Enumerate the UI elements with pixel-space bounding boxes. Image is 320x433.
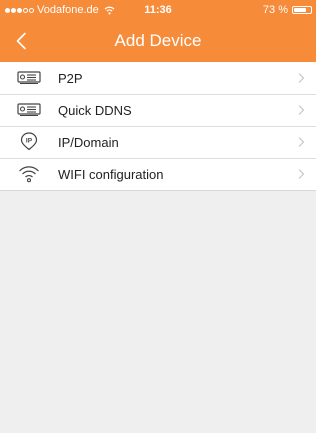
device-box-icon (16, 100, 42, 120)
chevron-left-icon (16, 32, 26, 50)
back-button[interactable] (6, 26, 36, 56)
status-bar: Vodafone.de 11:36 73 % (0, 0, 316, 20)
wifi-icon (104, 6, 115, 14)
add-device-menu: P2P Quick DDNS IP IP/Domain WIFI configu… (0, 62, 316, 191)
device-box-icon (16, 68, 42, 88)
menu-item-wifi-configuration[interactable]: WIFI configuration (0, 158, 316, 190)
chevron-right-icon (298, 73, 305, 83)
menu-item-label: Quick DDNS (58, 102, 132, 118)
signal-dot (23, 7, 28, 13)
chevron-right-icon (298, 137, 305, 147)
carrier-name: Vodafone.de (37, 4, 99, 16)
menu-item-label: P2P (58, 70, 83, 86)
battery-icon (292, 6, 312, 14)
header: Vodafone.de 11:36 73 % Add Device (0, 0, 316, 62)
page-title: Add Device (114, 31, 202, 50)
menu-item-p2p[interactable]: P2P (0, 62, 316, 94)
ip-pin-icon: IP (16, 132, 42, 152)
status-right: 73 % (263, 0, 312, 20)
menu-item-quick-ddns[interactable]: Quick DDNS (0, 94, 316, 126)
menu-item-ip-domain[interactable]: IP IP/Domain (0, 126, 316, 158)
chevron-right-icon (298, 169, 305, 179)
status-left: Vodafone.de (5, 0, 115, 20)
screen: Vodafone.de 11:36 73 % Add Device P2P Qu… (0, 0, 316, 433)
chevron-right-icon (298, 105, 305, 115)
signal-dot (17, 7, 22, 13)
svg-text:IP: IP (26, 138, 33, 145)
menu-item-label: WIFI configuration (58, 166, 164, 182)
signal-dot (29, 7, 34, 13)
signal-dot (11, 7, 16, 13)
nav-bar: Add Device (0, 20, 316, 62)
battery-level (294, 8, 306, 12)
wifi-icon (16, 164, 42, 184)
signal-dot (5, 7, 10, 13)
menu-item-label: IP/Domain (58, 134, 119, 150)
battery-percent: 73 % (262, 4, 288, 16)
